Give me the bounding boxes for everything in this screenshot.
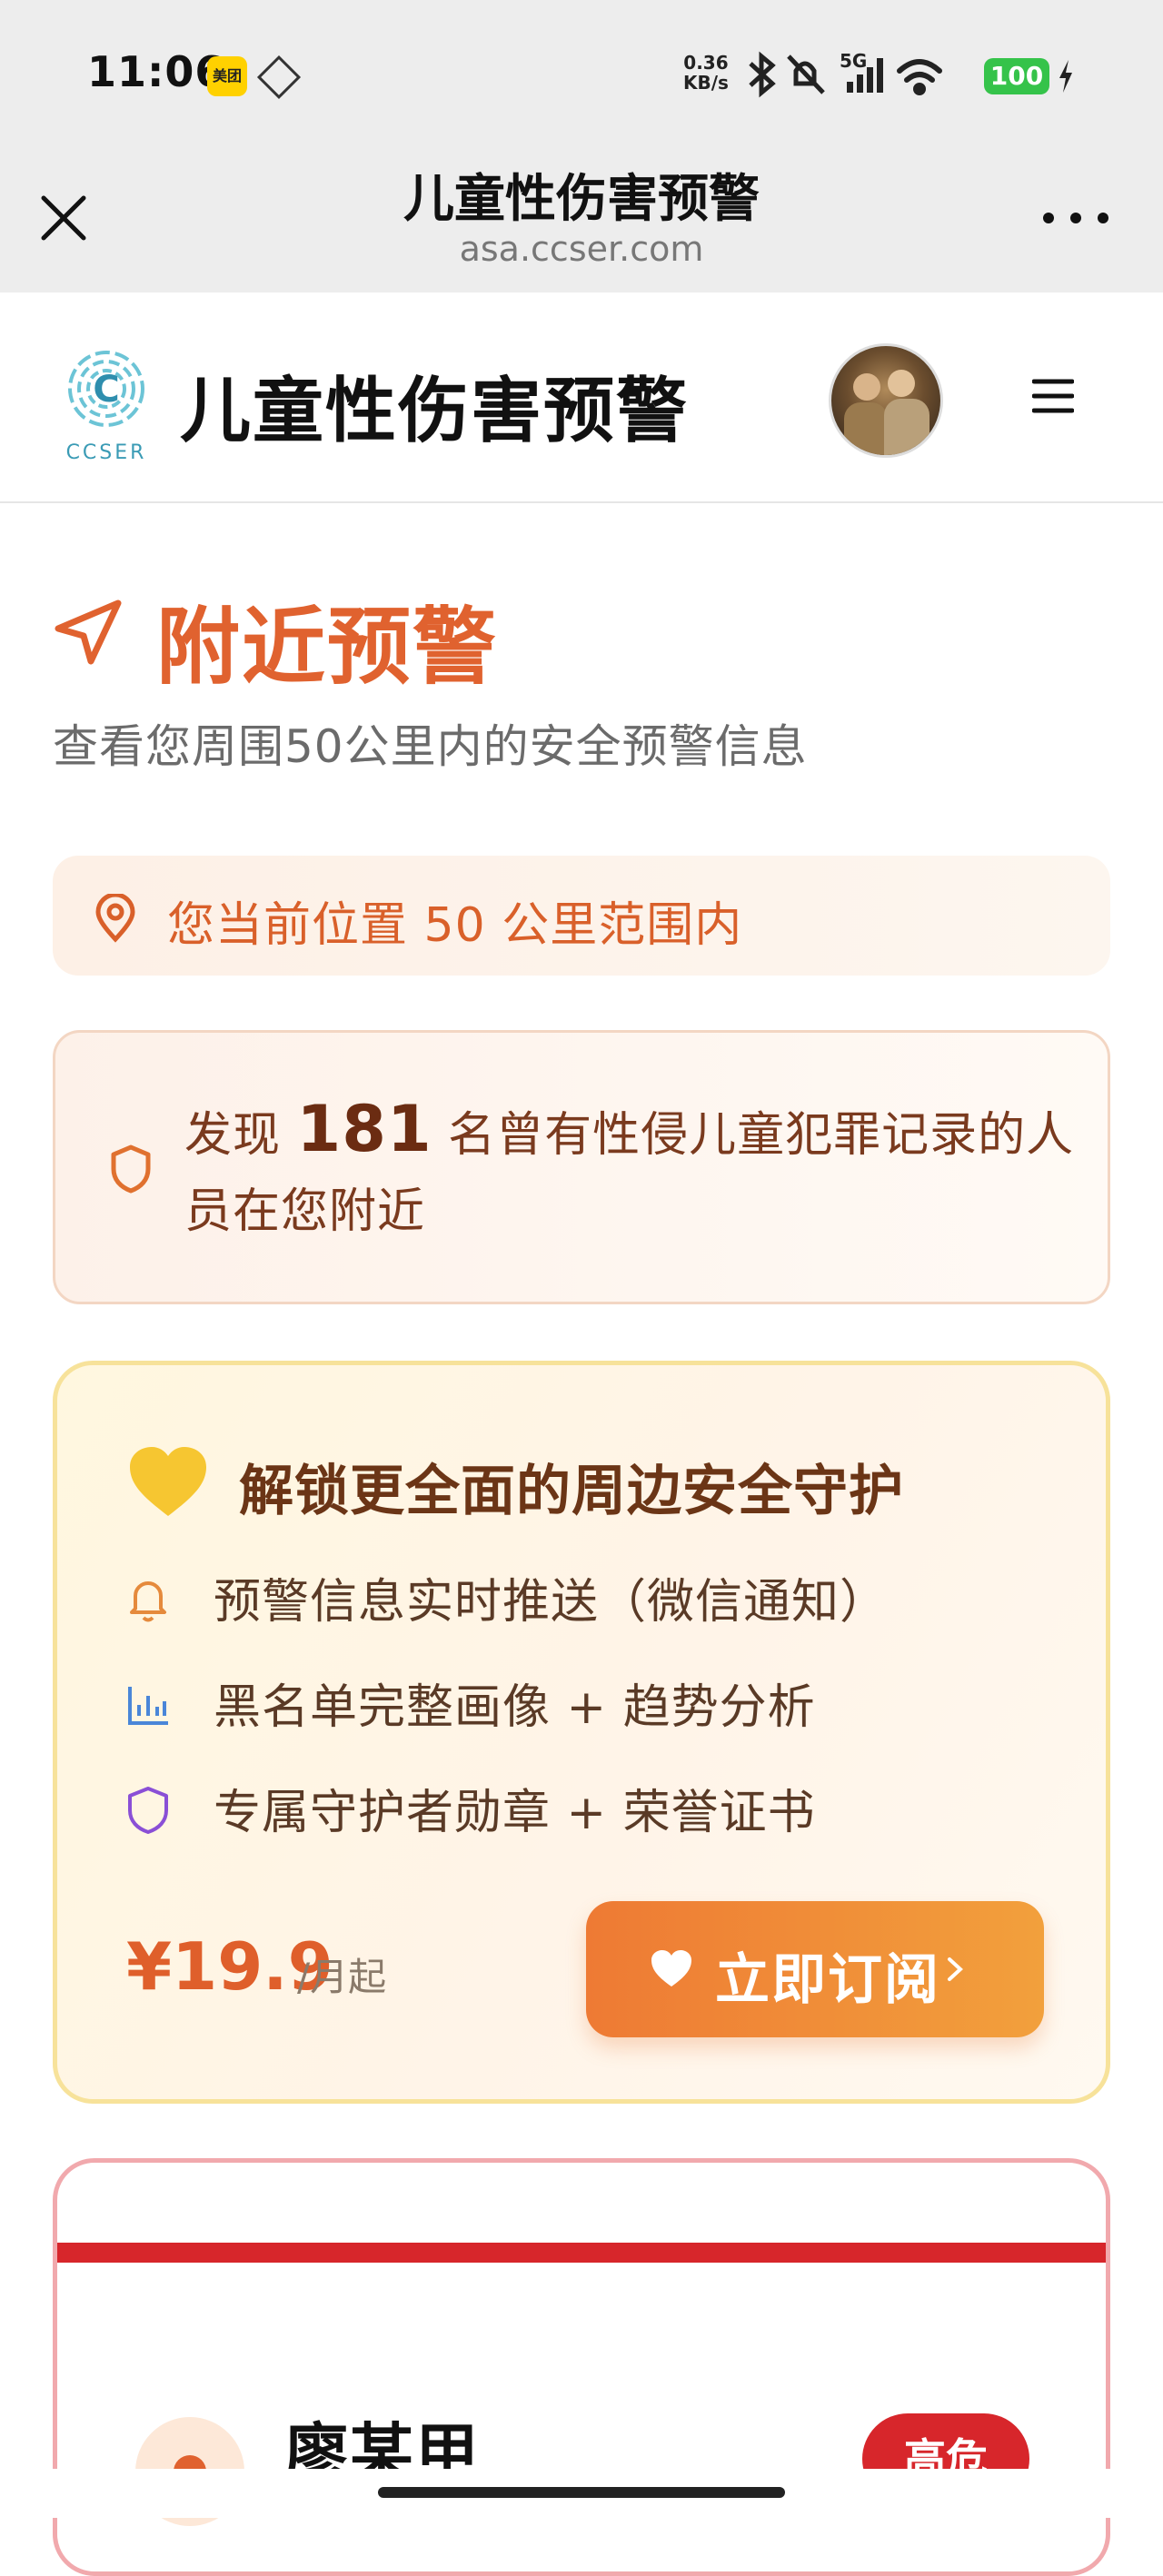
status-time: 11:06 (87, 47, 225, 96)
subscription-promo-card: 解锁更全面的周边安全守护 预警信息实时推送（微信通知） 黑名单完整画像 + 趋势… (53, 1361, 1110, 2104)
hamburger-menu-icon[interactable] (1032, 378, 1074, 414)
price-unit: /月起 (297, 1955, 387, 1999)
offender-count: 181 (296, 1092, 432, 1166)
app-notification-icon (256, 54, 302, 100)
bar-chart-icon (128, 1687, 168, 1725)
bell-icon (130, 1581, 166, 1622)
shield-icon (111, 1144, 151, 1194)
webview-titlebar: 儿童性伤害预警 asa.ccser.com (0, 136, 1163, 292)
charging-icon (1059, 60, 1072, 93)
feature-text: 专属守护者勋章 + 荣誉证书 (214, 1786, 816, 1840)
svg-text:C: C (93, 369, 119, 411)
logo-text: CCSER (65, 441, 147, 464)
meituan-app-icon: 美团 (207, 56, 247, 96)
mute-icon (787, 54, 825, 94)
feature-text: 预警信息实时推送（微信通知） (214, 1575, 889, 1630)
promo-title: 解锁更全面的周边安全守护 (239, 1460, 904, 1523)
page-subtitle: 查看您周围50公里内的安全预警信息 (53, 720, 808, 773)
wifi-icon (897, 59, 942, 95)
fingerprint-logo-icon: C (68, 351, 144, 427)
site-title: 儿童性伤害预警 (180, 371, 690, 452)
yellow-heart-icon (130, 1447, 206, 1516)
location-range-text: 您当前位置 50 公里范围内 (167, 898, 743, 953)
location-range-banner: 您当前位置 50 公里范围内 (53, 856, 1110, 976)
site-header: C CCSER 儿童性伤害预警 (0, 292, 1163, 503)
feature-text: 黑名单完整画像 + 趋势分析 (214, 1680, 816, 1735)
more-options-icon[interactable] (1039, 207, 1112, 229)
navigation-arrow-icon (55, 599, 122, 665)
bluetooth-icon (749, 51, 776, 98)
location-pin-icon (95, 894, 135, 943)
status-bar: 11:06 美团 0.36 KB/s 5G 100 (0, 0, 1163, 136)
offender-count-alert: 发现 181 名曾有性侵儿童犯罪记录的人员在您附近 (53, 1030, 1110, 1304)
offender-count-text: 发现 181 名曾有性侵儿童犯罪记录的人员在您附近 (184, 1092, 1075, 1239)
page-title: 附近预警 (156, 599, 499, 696)
webview-url: asa.ccser.com (459, 229, 704, 269)
signal-label: 5G (840, 50, 867, 72)
ccser-logo[interactable]: C CCSER (56, 342, 156, 464)
battery-indicator: 100 (984, 58, 1049, 94)
status-icons: 5G (749, 50, 942, 98)
webview-title: 儿童性伤害预警 (403, 170, 760, 229)
network-speed: 0.36 KB/s (683, 52, 729, 94)
heart-icon (651, 1950, 691, 1986)
chevron-right-icon (948, 1957, 963, 1981)
subscribe-button-label: 立即订阅 (715, 1948, 940, 2012)
user-avatar[interactable] (829, 343, 943, 458)
subscribe-button[interactable]: 立即订阅 (586, 1901, 1044, 2037)
home-indicator[interactable] (378, 2487, 785, 2498)
shield-icon (128, 1787, 168, 1834)
high-risk-band (57, 2243, 1106, 2263)
